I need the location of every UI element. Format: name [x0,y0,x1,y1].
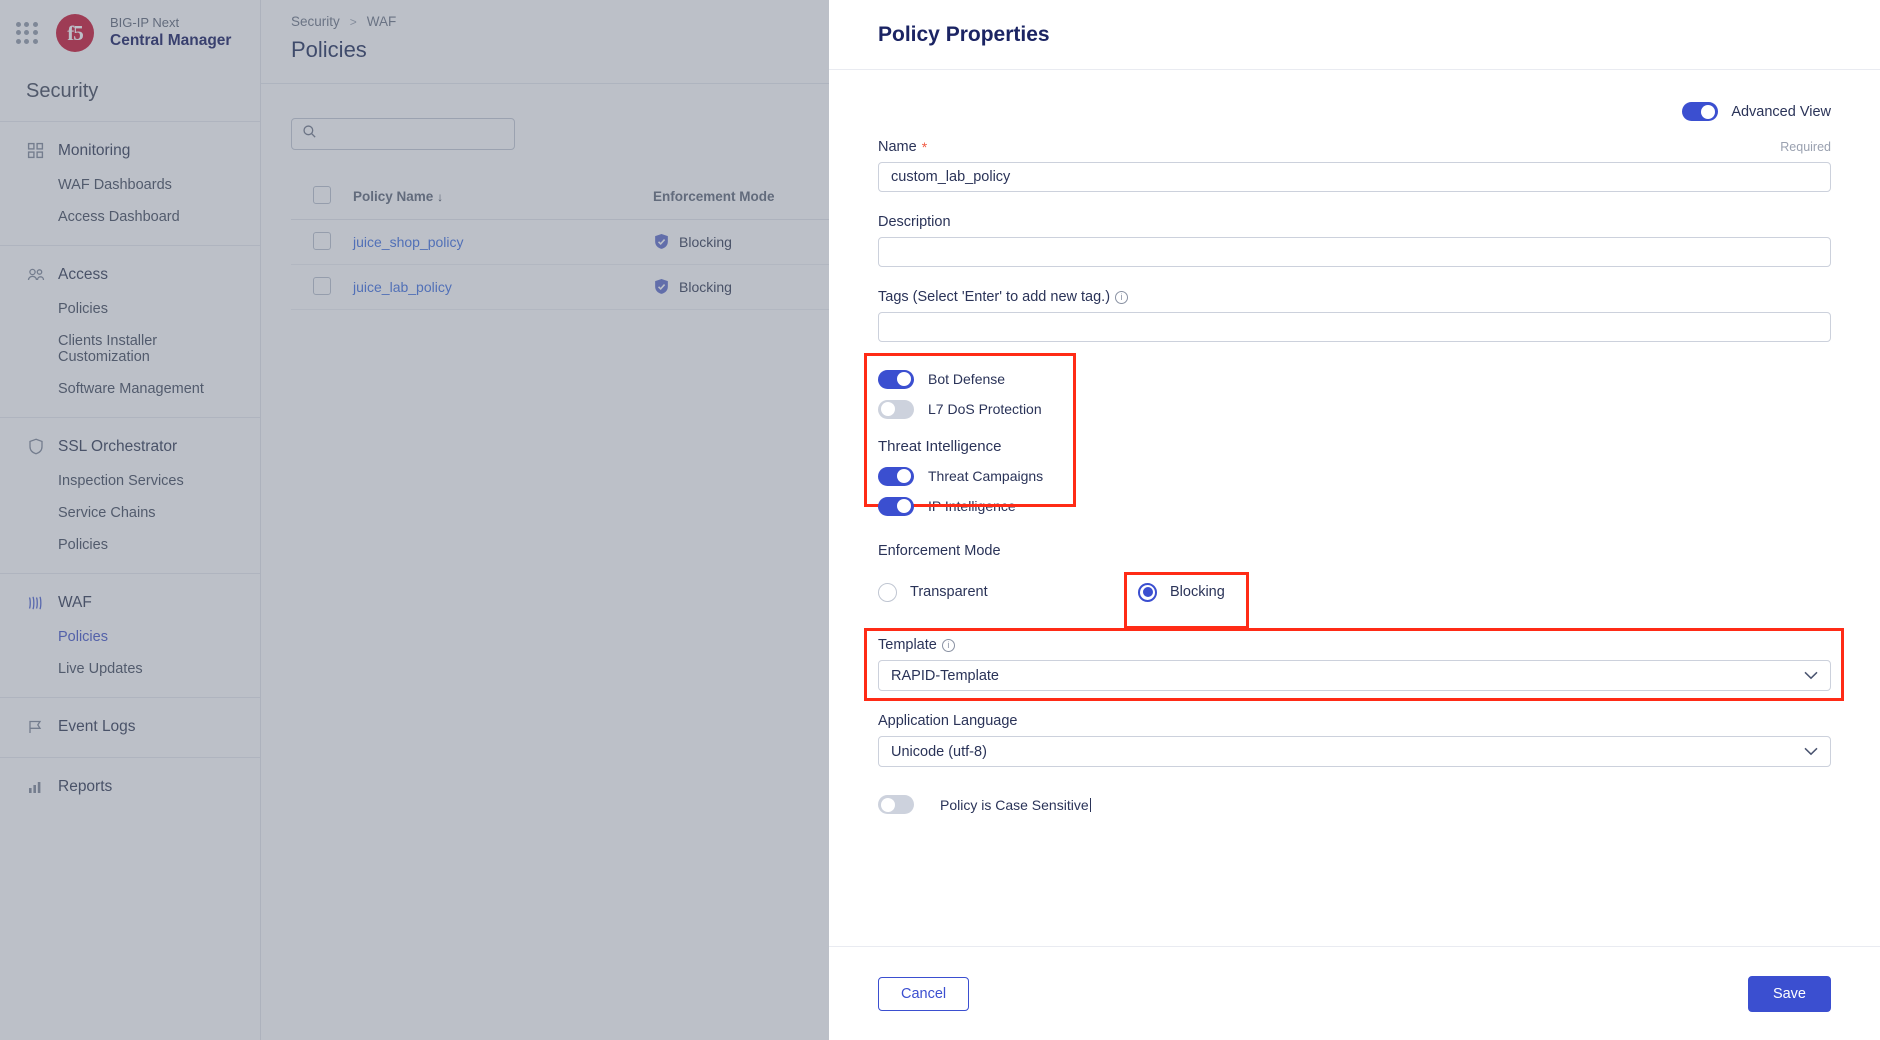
enforcement-mode-label: Enforcement Mode [878,543,1001,559]
bot-defense-toggle[interactable] [878,369,914,389]
threat-campaigns-toggle[interactable] [878,466,914,486]
threat-campaigns-row: Threat Campaigns [878,461,1831,491]
radio-transparent-label: Transparent [910,584,988,600]
name-field-group: Name * Required [878,139,1831,192]
ip-intelligence-row: IP Intelligence [878,491,1831,521]
info-icon[interactable]: i [941,638,955,652]
template-label: Template i [878,637,955,653]
tags-field-group: Tags (Select 'Enter' to add new tag.) i [878,289,1831,342]
radio-blocking-control[interactable] [1138,582,1157,602]
panel-footer: Cancel Save [829,946,1880,1040]
description-label: Description [878,214,951,230]
radio-blocking[interactable]: Blocking [1138,582,1225,602]
case-sensitive-toggle[interactable] [878,795,914,814]
panel-header: Policy Properties [829,0,1880,70]
tags-input[interactable] [878,312,1831,342]
chevron-down-icon [1804,668,1818,683]
ip-intelligence-toggle[interactable] [878,496,914,516]
l7-dos-protection-toggle[interactable] [878,399,914,419]
template-field-group: Template i RAPID-Template [864,628,1844,701]
case-sensitive-label-wrap: Policy is Case Sensitive [940,797,1091,813]
text-cursor [1089,797,1091,812]
screen-root: f5 BIG-IP Next Central Manager Security [0,0,1880,1040]
l7-dos-protection-label: L7 DoS Protection [928,401,1042,417]
l7-dos-protection-row: L7 DoS Protection [878,394,1831,424]
template-select[interactable]: RAPID-Template [878,660,1831,691]
radio-transparent-control[interactable] [878,582,897,602]
application-language-select[interactable]: Unicode (utf-8) [878,736,1831,767]
chevron-down-icon [1804,744,1818,759]
name-input[interactable] [878,162,1831,192]
name-label: Name * [878,139,928,155]
info-icon[interactable]: i [1115,290,1129,304]
enforcement-mode-options: Transparent Blocking [878,569,1831,615]
advanced-view-label: Advanced View [1731,103,1831,120]
tags-label: Tags (Select 'Enter' to add new tag.) i [878,289,1129,305]
panel-title: Policy Properties [878,22,1050,46]
cancel-button[interactable]: Cancel [878,976,970,1011]
threat-intelligence-heading: Threat Intelligence [878,438,1002,455]
save-button[interactable]: Save [1747,975,1831,1012]
enforcement-mode-group: Enforcement Mode Transparent Blocking [878,543,1831,629]
case-sensitive-row: Policy is Case Sensitive [878,795,1831,814]
template-selected-value: RAPID-Template [891,667,999,684]
bot-defense-row: Bot Defense [878,364,1831,394]
bot-defense-label: Bot Defense [928,371,1006,387]
required-asterisk: * [921,139,928,155]
required-note: Required [1780,140,1831,154]
threat-campaigns-label: Threat Campaigns [928,468,1044,484]
application-language-group: Application Language Unicode (utf-8) [878,713,1831,767]
radio-blocking-label: Blocking [1170,584,1225,600]
application-language-selected-value: Unicode (utf-8) [891,743,987,760]
case-sensitive-label: Policy is Case Sensitive [940,796,1089,813]
advanced-view-row: Advanced View [878,102,1831,121]
application-language-label: Application Language [878,713,1018,729]
radio-transparent[interactable]: Transparent [878,582,1042,602]
ip-intelligence-label: IP Intelligence [928,498,1016,514]
advanced-view-toggle[interactable] [1682,102,1719,121]
description-input[interactable] [878,237,1831,267]
protections-block: Bot Defense L7 DoS Protection Threat Int… [864,353,1831,521]
policy-properties-panel: Policy Properties Advanced View Name * R… [829,0,1880,1040]
panel-body: Advanced View Name * Required Descriptio… [829,70,1880,946]
description-field-group: Description [878,214,1831,267]
